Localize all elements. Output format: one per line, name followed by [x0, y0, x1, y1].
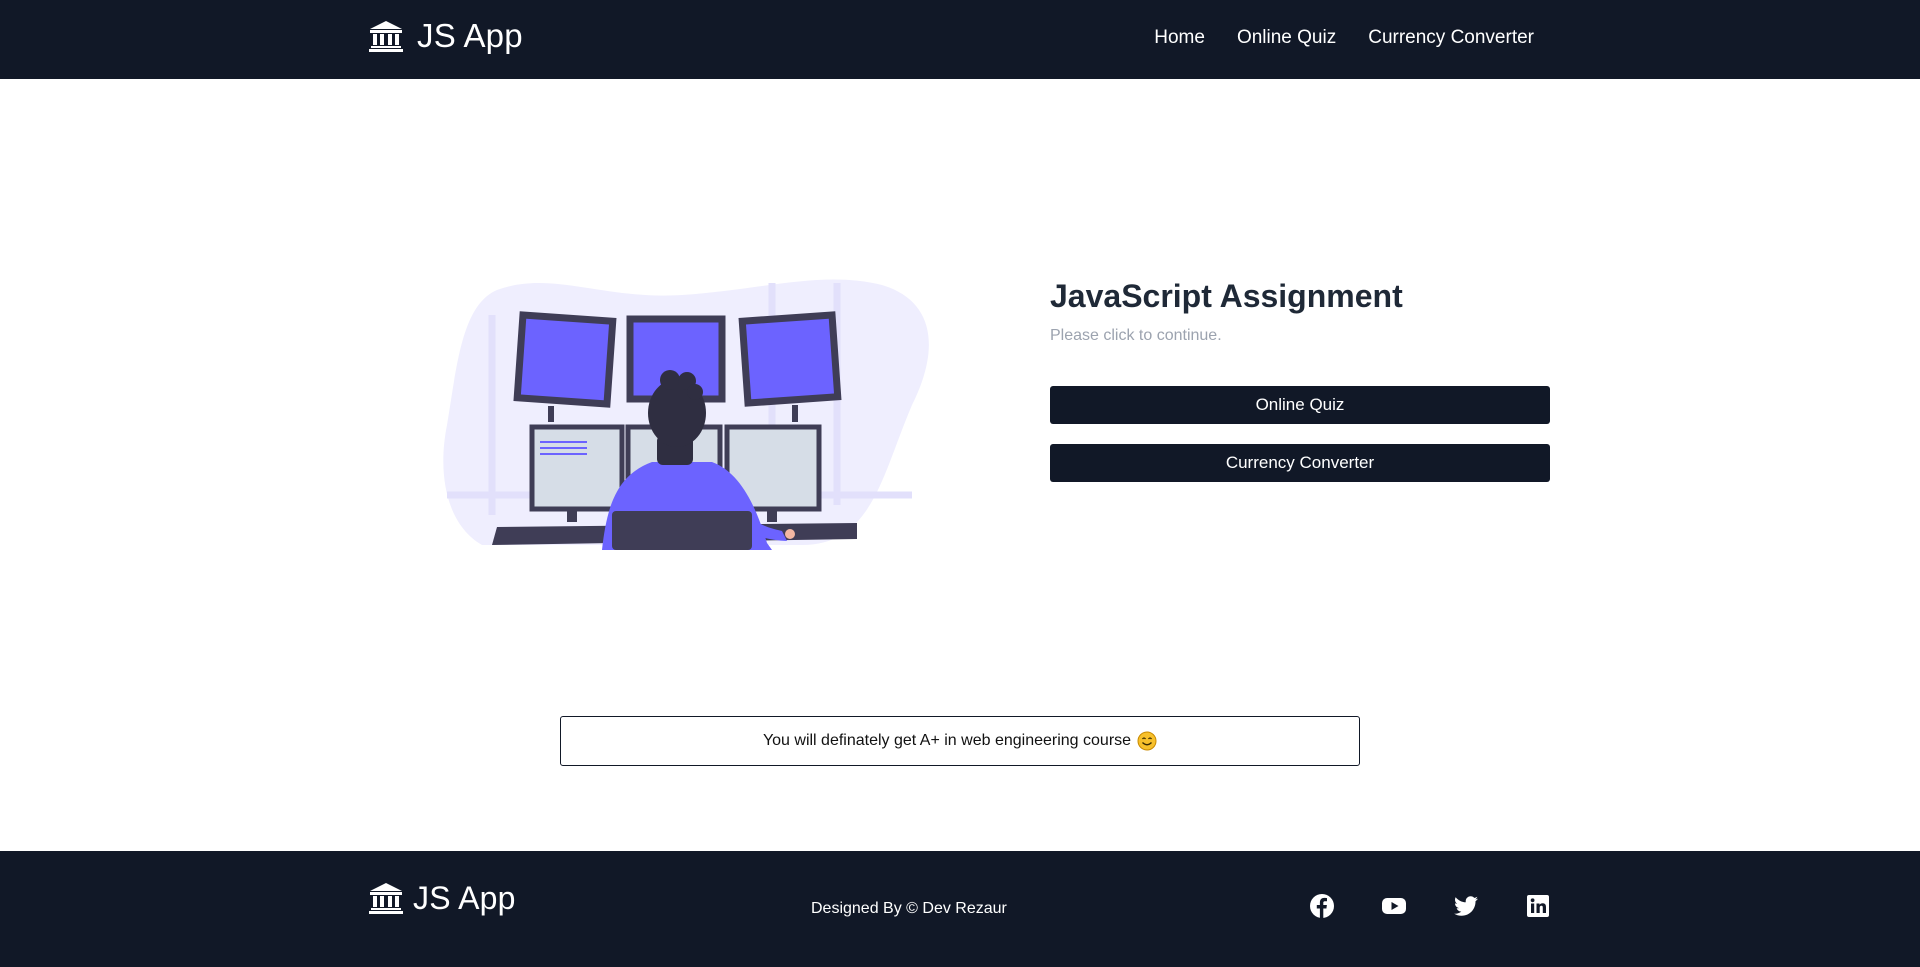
facebook-icon[interactable] [1309, 893, 1335, 919]
online-quiz-button[interactable]: Online Quiz [1050, 386, 1550, 424]
footer-credit: Designed By © Dev Rezaur [811, 900, 1007, 917]
currency-converter-button[interactable]: Currency Converter [1050, 444, 1550, 482]
nav-currency-converter-link[interactable]: Currency Converter [1368, 27, 1534, 49]
brand-logo-link[interactable]: JS App [369, 19, 523, 52]
main-nav: Home Online Quiz Currency Converter [1122, 27, 1534, 49]
nav-home-link[interactable]: Home [1154, 27, 1205, 49]
developer-at-monitors-illustration [443, 279, 929, 550]
youtube-icon[interactable] [1381, 893, 1407, 919]
message-box: You will definately get A+ in web engine… [560, 716, 1360, 766]
footer-brand-link[interactable]: JS App [369, 882, 516, 914]
bank-building-icon [369, 883, 403, 914]
top-navbar: JS App Home Online Quiz Currency Convert… [0, 0, 1920, 79]
smiling-face-icon [1137, 731, 1157, 751]
linkedin-icon[interactable] [1525, 893, 1551, 919]
nav-online-quiz-link[interactable]: Online Quiz [1237, 27, 1336, 49]
twitter-icon[interactable] [1453, 893, 1479, 919]
page-title: JavaScript Assignment [1050, 278, 1403, 314]
page-subtitle: Please click to continue. [1050, 327, 1222, 344]
brand-name: JS App [417, 17, 523, 54]
bank-building-icon [369, 20, 403, 52]
message-text: You will definately get A+ in web engine… [762, 732, 1132, 749]
footer-brand-name: JS App [413, 880, 516, 916]
